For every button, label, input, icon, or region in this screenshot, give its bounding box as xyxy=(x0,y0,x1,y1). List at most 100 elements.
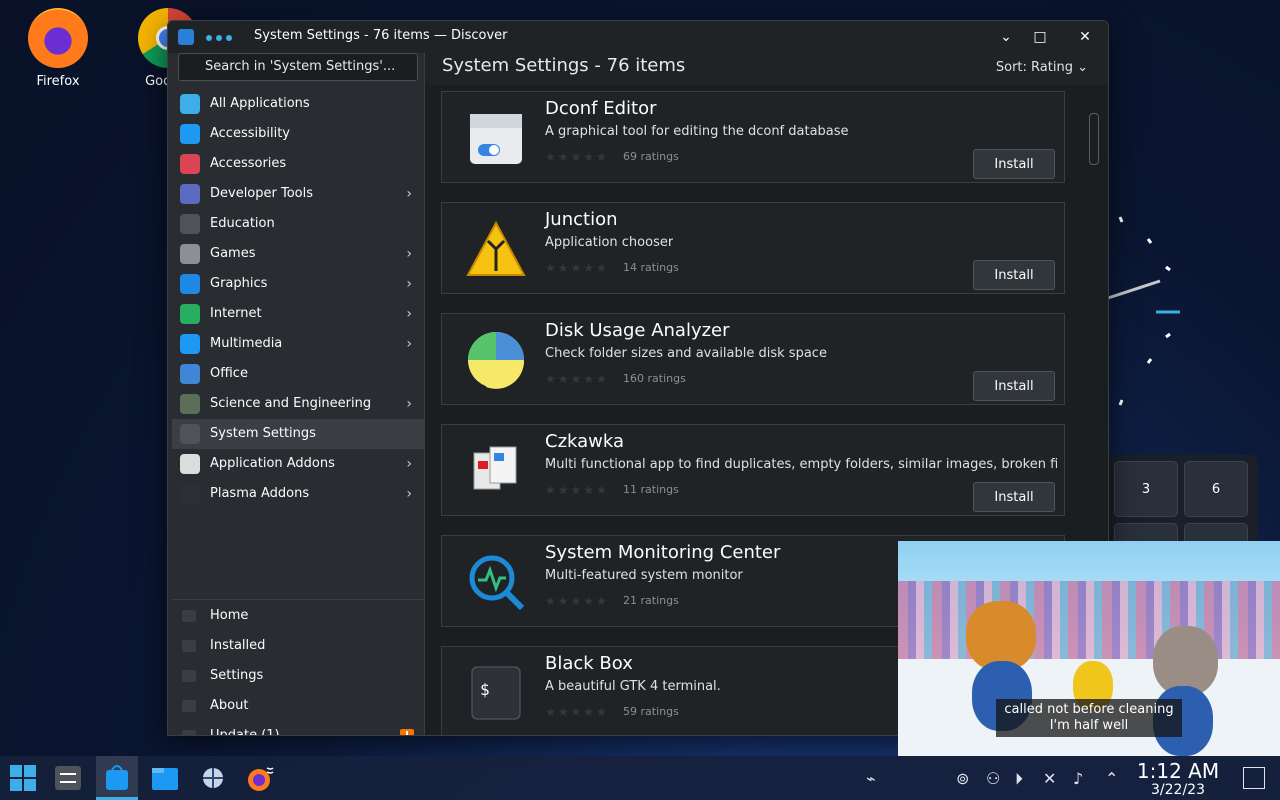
sidebar-item-label: Games xyxy=(210,246,256,261)
chevron-up-icon[interactable]: ⌃ xyxy=(1105,769,1118,788)
kde-connect-icon[interactable]: ⌁ xyxy=(866,769,876,788)
network-app-icon[interactable] xyxy=(198,764,228,792)
sidebar-item[interactable]: Office xyxy=(172,359,424,389)
window-menu-dots-icon[interactable] xyxy=(206,35,232,41)
sidebar-divider xyxy=(172,599,424,600)
desktop-icon-firefox[interactable]: Firefox xyxy=(18,8,98,89)
subtitle-line: I'm half well xyxy=(1049,718,1129,733)
sidebar-item-label: Office xyxy=(210,366,248,381)
rating-stars-icon: ★★★★★ xyxy=(545,594,609,608)
settings-icon xyxy=(180,424,200,444)
user-switch-icon[interactable]: ⚇ xyxy=(986,769,1000,788)
sidebar-item[interactable]: Developer Tools › xyxy=(172,179,424,209)
sort-dropdown[interactable]: Sort: Rating ⌄ xyxy=(996,60,1088,75)
rating-stars-icon: ★★★★★ xyxy=(545,372,609,386)
sidebar-item[interactable]: Plasma Addons › xyxy=(172,479,424,509)
bottom-nav-item[interactable]: About xyxy=(172,691,424,721)
app-description: Multi functional app to find duplicates,… xyxy=(545,457,1057,472)
key-6[interactable]: 6 xyxy=(1184,461,1248,517)
clock-date[interactable]: 3/22/23 xyxy=(1132,782,1224,798)
volume-icon[interactable]: ♪ xyxy=(1073,769,1083,788)
minimize-button[interactable]: ⌄ xyxy=(995,27,1017,47)
firefox-taskbar-icon[interactable] xyxy=(245,764,275,792)
system-settings-icon[interactable] xyxy=(53,764,83,792)
flask-icon xyxy=(180,394,200,414)
keypad-widget: 3 6 xyxy=(1108,455,1258,579)
scrollbar[interactable] xyxy=(1089,113,1099,165)
sidebar-item-label: Accessories xyxy=(210,156,287,171)
sidebar-item-label: Internet xyxy=(210,306,262,321)
sidebar-item[interactable]: Accessories xyxy=(172,149,424,179)
bottom-nav-label: Installed xyxy=(210,638,266,653)
bottom-nav-label: About xyxy=(210,698,249,713)
desktop-icon-label: Firefox xyxy=(36,74,80,89)
sidebar-item[interactable]: Multimedia › xyxy=(172,329,424,359)
video-subtitle: called not before cleaning I'm half well xyxy=(996,699,1182,737)
addons-icon xyxy=(180,454,200,474)
sidebar-item-label: System Settings xyxy=(210,426,316,441)
sidebar-item-label: Developer Tools xyxy=(210,186,314,201)
app-name: Black Box xyxy=(545,653,633,674)
search-input[interactable] xyxy=(179,54,405,74)
ratings-count: 11 ratings xyxy=(623,483,679,496)
start-menu-icon[interactable] xyxy=(8,764,38,792)
bottom-nav-item[interactable]: Settings xyxy=(172,661,424,691)
dconf-editor-icon xyxy=(466,108,526,168)
rating-stars-icon: ★★★★★ xyxy=(545,150,609,164)
media-player-icon[interactable]: ⏵ xyxy=(1015,769,1023,789)
file-manager-icon[interactable] xyxy=(150,764,180,792)
discover-icon[interactable] xyxy=(102,764,132,792)
subtitle-line: called not before cleaning xyxy=(1004,702,1174,717)
analog-clock-widget xyxy=(1100,195,1260,425)
mute-icon[interactable]: ✕ xyxy=(1043,769,1056,788)
sidebar-item[interactable]: Games › xyxy=(172,239,424,269)
install-button[interactable]: Install xyxy=(973,482,1055,512)
key-3[interactable]: 3 xyxy=(1114,461,1178,517)
app-description: Application chooser xyxy=(545,235,674,250)
grid-icon xyxy=(180,94,200,114)
install-button[interactable]: Install xyxy=(973,260,1055,290)
app-name: Dconf Editor xyxy=(545,98,657,119)
sidebar-item[interactable]: System Settings xyxy=(172,419,424,449)
terminal-icon: $ xyxy=(466,663,526,723)
sidebar-item-label: Multimedia xyxy=(210,336,283,351)
page-title: System Settings - 76 items xyxy=(442,55,686,76)
app-card[interactable]: Dconf Editor A graphical tool for editing… xyxy=(441,91,1065,183)
sidebar-item[interactable]: All Applications xyxy=(172,89,424,119)
search-field[interactable] xyxy=(178,53,418,81)
sidebar-item[interactable]: Education xyxy=(172,209,424,239)
app-card[interactable]: Junction Application chooser ★★★★★ 14 ratin… xyxy=(441,202,1065,294)
bottom-nav-item[interactable]: Update (1)! xyxy=(172,721,424,736)
app-card[interactable]: Czkawka Multi functional app to find dupl… xyxy=(441,424,1065,516)
app-card[interactable]: Disk Usage Analyzer Check folder sizes an… xyxy=(441,313,1065,405)
plasma-icon xyxy=(180,484,200,504)
sidebar-item-label: Accessibility xyxy=(210,126,290,141)
update-notifier-icon[interactable]: ⊚ xyxy=(956,769,969,788)
sidebar-item[interactable]: Accessibility xyxy=(172,119,424,149)
install-button[interactable]: Install xyxy=(973,149,1055,179)
install-button[interactable]: Install xyxy=(973,371,1055,401)
sidebar-item-label: Education xyxy=(210,216,275,231)
show-desktop-button[interactable] xyxy=(1243,767,1265,789)
bottom-nav-label: Settings xyxy=(210,668,264,683)
chevron-right-icon: › xyxy=(406,246,412,262)
sidebar-item[interactable]: Application Addons › xyxy=(172,449,424,479)
warning-badge-icon: ! xyxy=(400,729,414,735)
video-overlay[interactable]: called not before cleaning I'm half well xyxy=(898,541,1280,756)
ratings-count: 69 ratings xyxy=(623,150,679,163)
page-header: System Settings - 76 items Sort: Rating … xyxy=(425,53,1108,85)
sidebar-item[interactable]: Internet › xyxy=(172,299,424,329)
sidebar-item[interactable]: Science and Engineering › xyxy=(172,389,424,419)
sidebar-item-label: Plasma Addons xyxy=(210,486,310,501)
bottom-nav-label: Update (1) xyxy=(210,728,280,736)
bottom-nav-item[interactable]: Installed xyxy=(172,631,424,661)
sidebar-item[interactable]: Graphics › xyxy=(172,269,424,299)
wrench-icon xyxy=(180,184,200,204)
app-description: Multi-featured system monitor xyxy=(545,568,743,583)
discover-app-icon[interactable] xyxy=(178,29,194,45)
bottom-nav-item[interactable]: Home xyxy=(172,601,424,631)
clock-time[interactable]: 1:12 AM xyxy=(1132,760,1224,782)
close-button[interactable]: ✕ xyxy=(1074,27,1096,47)
maximize-button[interactable]: □ xyxy=(1029,27,1051,47)
category-list: All Applications Accessibility Accessories… xyxy=(172,89,424,509)
